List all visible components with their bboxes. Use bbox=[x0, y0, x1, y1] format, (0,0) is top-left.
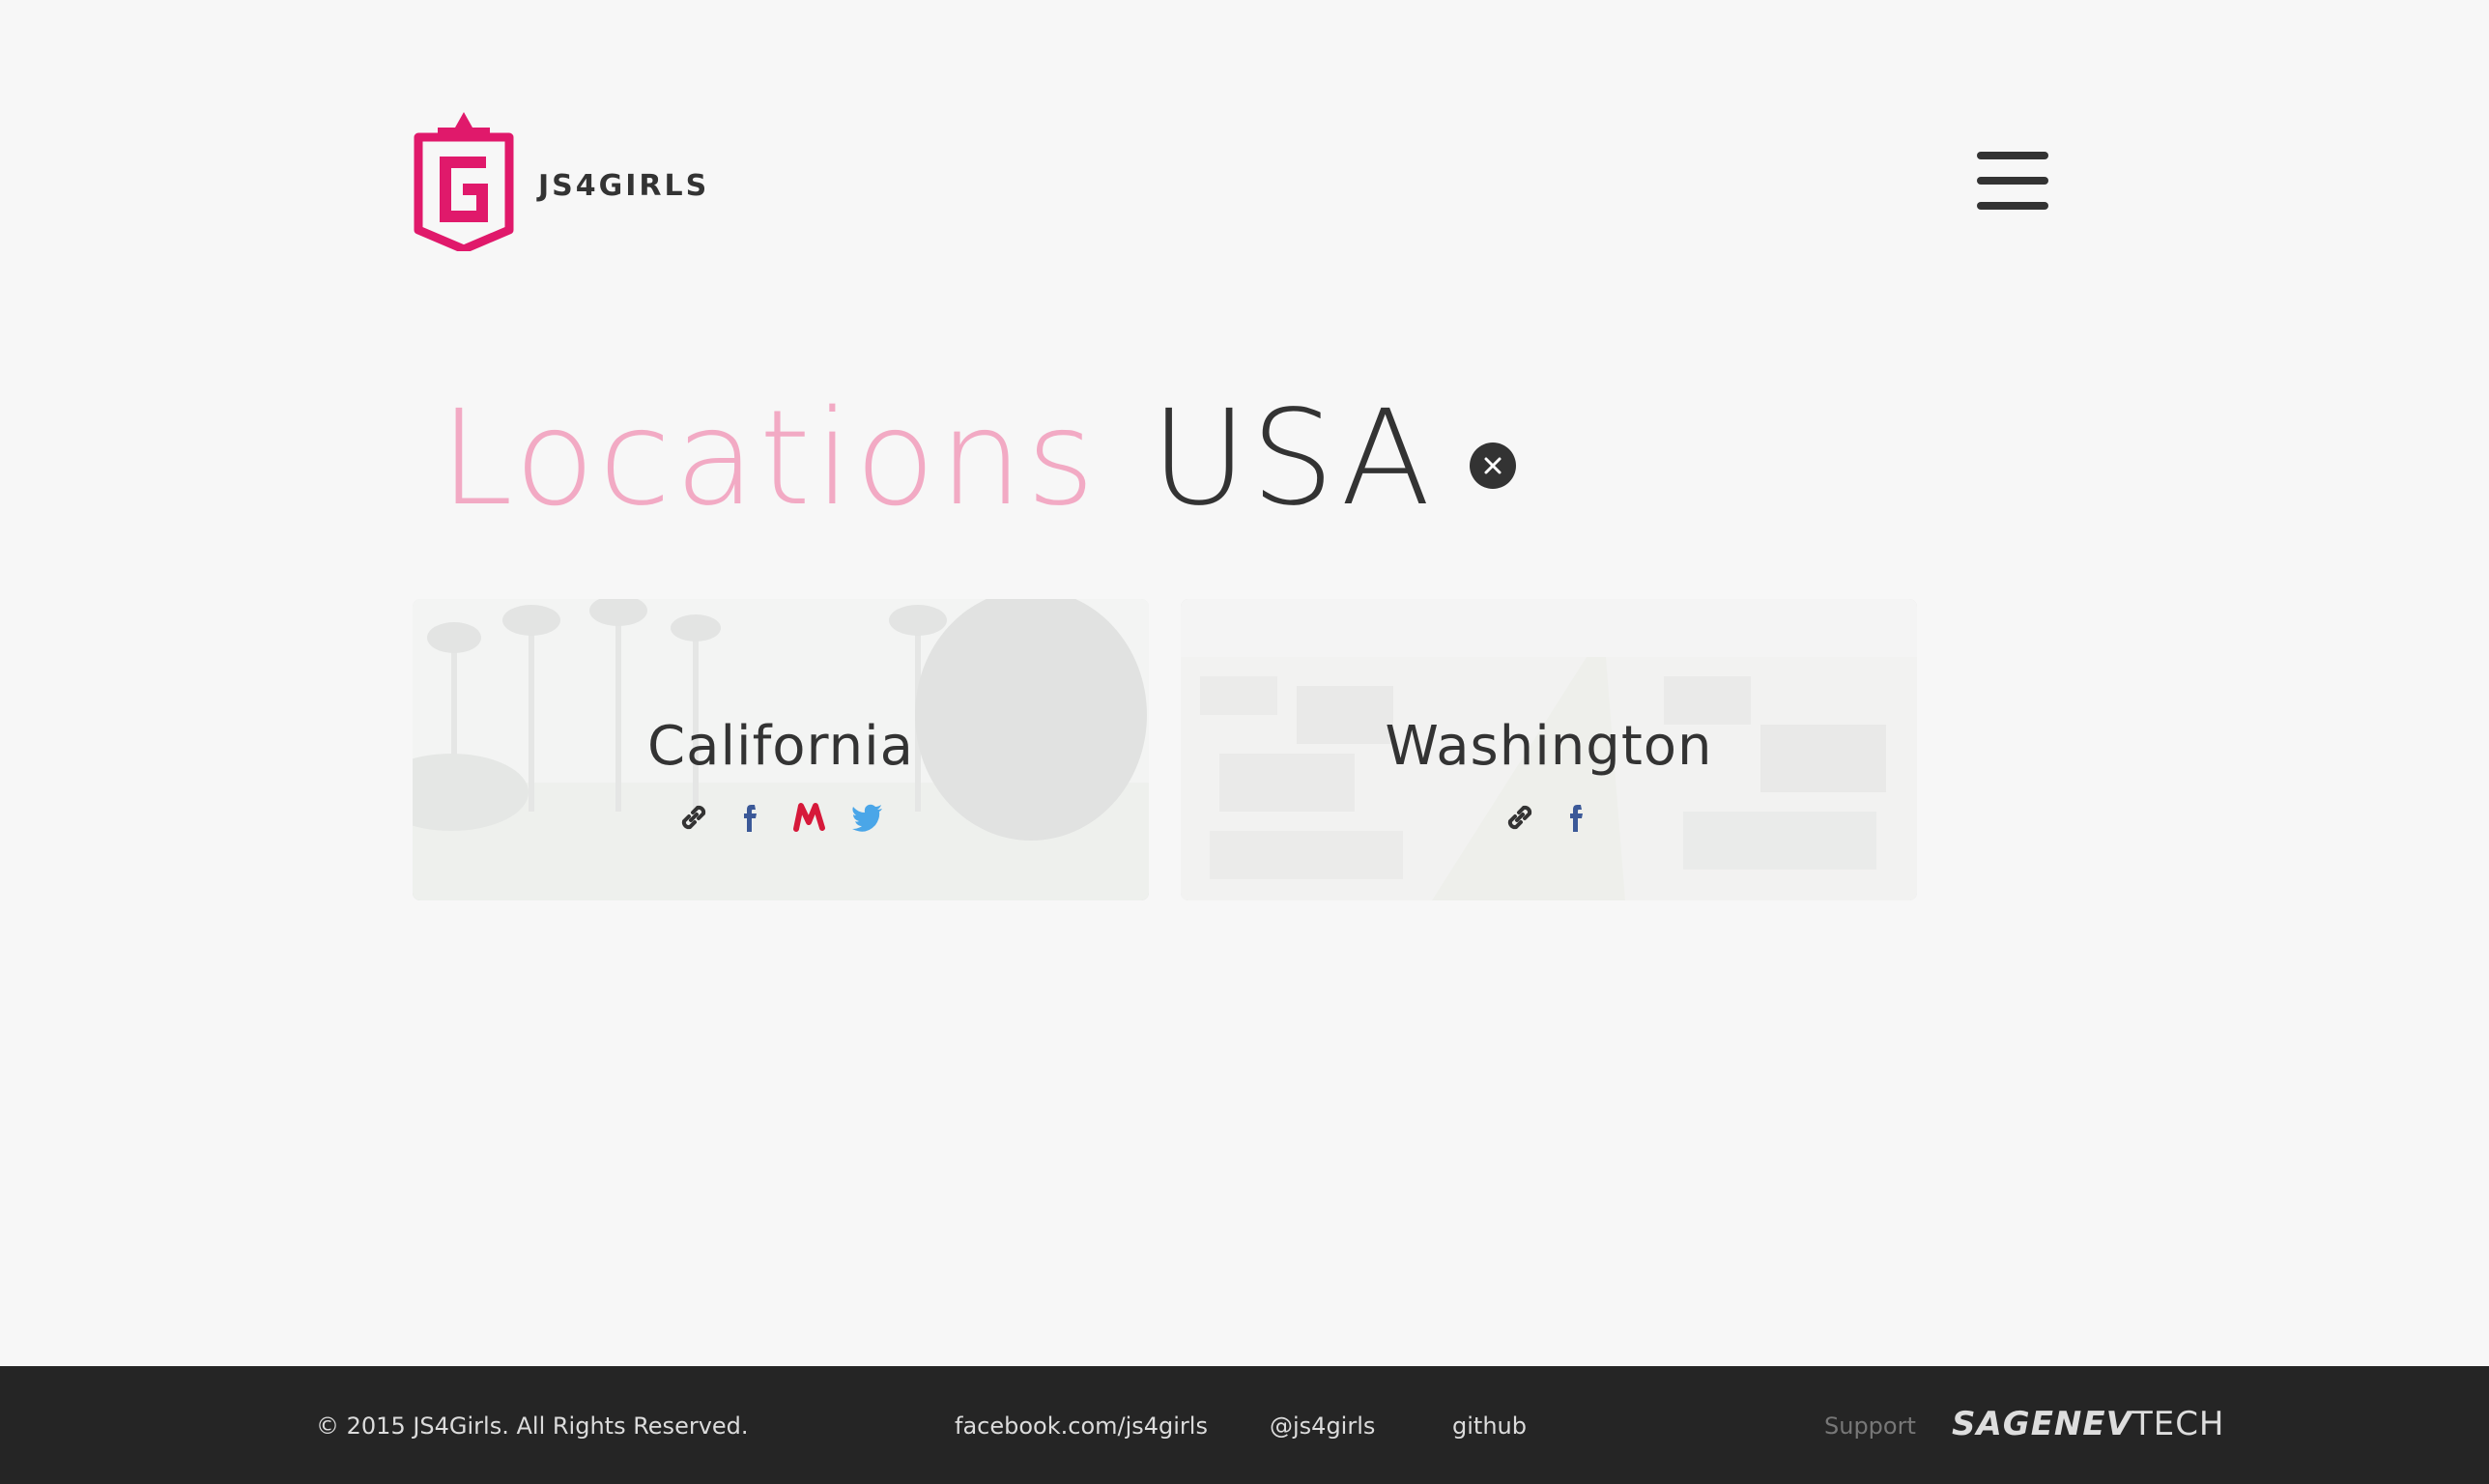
footer-support-link[interactable]: Support bbox=[1824, 1413, 1916, 1440]
copyright-text: © 2015 JS4Girls. All Rights Reserved. bbox=[316, 1413, 749, 1440]
hamburger-menu-button[interactable] bbox=[1977, 152, 2048, 210]
location-card-california[interactable]: California bbox=[413, 599, 1149, 900]
sponsor-name-light: TECH bbox=[2131, 1405, 2225, 1443]
location-card-washington[interactable]: Washington bbox=[1181, 599, 1917, 900]
close-icon bbox=[1484, 457, 1502, 474]
location-name: California bbox=[647, 715, 914, 778]
link-icon bbox=[681, 805, 706, 830]
twitter-icon bbox=[852, 804, 882, 832]
facebook-link[interactable] bbox=[733, 799, 770, 836]
logo-text: JS4GIRLS bbox=[538, 168, 710, 203]
clear-filter-button[interactable] bbox=[1469, 442, 1516, 489]
location-cards: California Washington bbox=[413, 599, 1917, 900]
facebook-icon bbox=[1570, 805, 1583, 832]
logo[interactable]: JS4GIRLS bbox=[413, 110, 709, 251]
logo-crown-icon bbox=[414, 112, 514, 251]
hamburger-icon bbox=[1977, 152, 2048, 159]
page-title-country: USA bbox=[1151, 383, 1435, 535]
footer: © 2015 JS4Girls. All Rights Reserved. fa… bbox=[0, 1366, 2489, 1484]
website-link[interactable] bbox=[675, 799, 712, 836]
sponsor-name-bold: SAGENEV bbox=[1952, 1405, 2132, 1443]
website-link[interactable] bbox=[1502, 799, 1538, 836]
page-title: Locations USA bbox=[440, 372, 1516, 546]
twitter-link[interactable] bbox=[849, 799, 886, 836]
meetup-link[interactable] bbox=[791, 799, 828, 836]
link-icon bbox=[1507, 805, 1532, 830]
facebook-icon bbox=[744, 805, 757, 832]
location-name: Washington bbox=[1385, 715, 1713, 778]
sponsor-logo-link[interactable]: SAGENEVTECH bbox=[1952, 1405, 2225, 1443]
page-title-main: Locations bbox=[440, 383, 1100, 535]
footer-github-link[interactable]: github bbox=[1452, 1413, 1527, 1440]
facebook-link[interactable] bbox=[1559, 799, 1596, 836]
footer-facebook-link[interactable]: facebook.com/js4girls bbox=[955, 1413, 1208, 1440]
meetup-icon bbox=[793, 803, 825, 832]
footer-twitter-link[interactable]: @js4girls bbox=[1270, 1413, 1375, 1440]
